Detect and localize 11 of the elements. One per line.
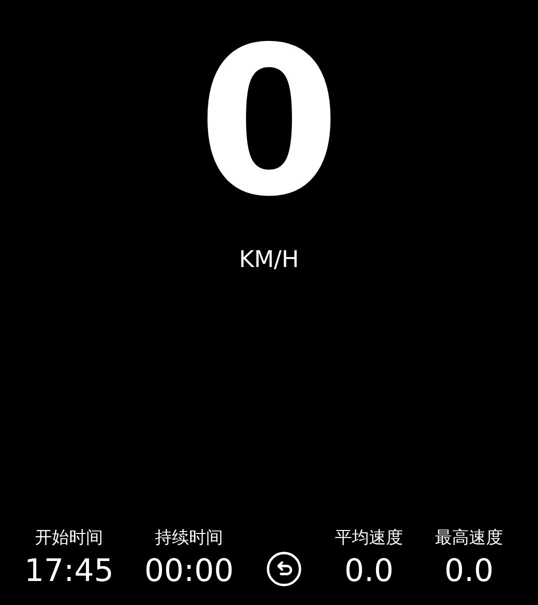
stat-value: 17:45 <box>24 553 114 589</box>
stat-value: 00:00 <box>144 553 234 589</box>
speed-value: 0 <box>198 3 340 244</box>
stat-value: 0.0 <box>444 553 494 589</box>
stat-label: 开始时间 <box>35 527 103 549</box>
stat-value: 0.0 <box>344 553 394 589</box>
stat-label: 平均速度 <box>335 527 403 549</box>
stat-label: 持续时间 <box>155 527 223 549</box>
stat-label: 最高速度 <box>435 527 503 549</box>
speed-unit: KM/H <box>239 246 299 274</box>
reset-icon[interactable] <box>266 551 302 587</box>
